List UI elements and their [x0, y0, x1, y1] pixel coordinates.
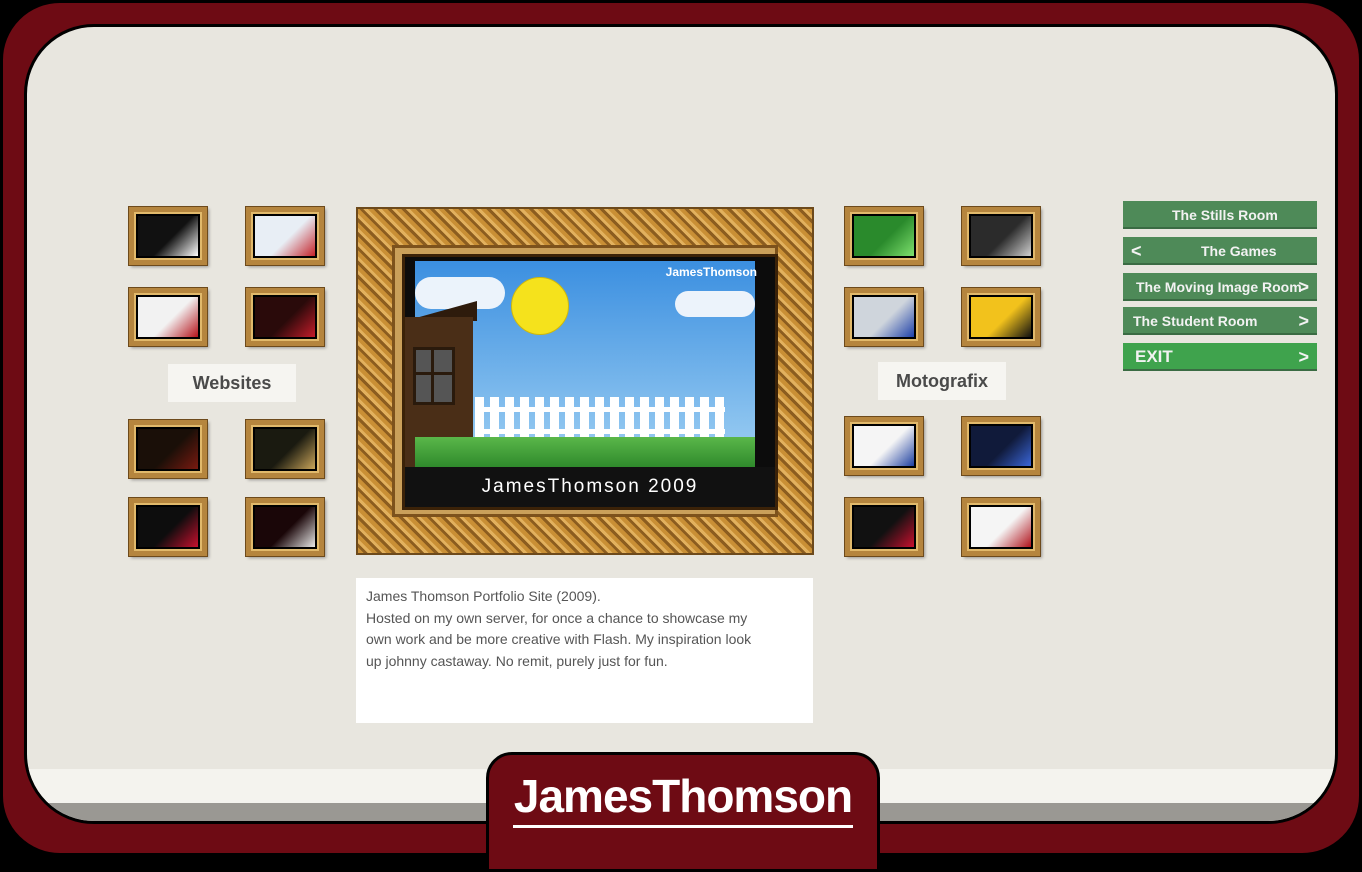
- featured-frame: JamesThomson JamesThomson 2009: [356, 207, 814, 555]
- screen-logo: JamesThomson: [665, 265, 757, 279]
- website-thumbnail-image: [138, 216, 198, 256]
- sun-icon: [511, 277, 569, 335]
- website-thumbnail-image: [255, 297, 315, 337]
- description-panel: James Thomson Portfolio Site (2009). Hos…: [356, 578, 813, 723]
- website-thumbnail[interactable]: [128, 497, 208, 557]
- nav-games-room[interactable]: < The Games Room: [1123, 237, 1317, 287]
- brand-underline: [513, 825, 853, 828]
- motografix-thumbnail-image: [854, 426, 914, 466]
- motografix-thumbnail-image: [971, 426, 1031, 466]
- description-line: James Thomson Portfolio Site (2009).: [366, 588, 601, 604]
- chevron-right-icon: >: [1298, 347, 1309, 367]
- featured-screenshot[interactable]: JamesThomson JamesThomson 2009: [402, 254, 778, 510]
- website-thumbnail[interactable]: [128, 287, 208, 347]
- motografix-thumbnail[interactable]: [961, 287, 1041, 347]
- nav-student-room[interactable]: The Student Room >: [1123, 307, 1317, 335]
- motografix-label: Motografix: [878, 362, 1006, 400]
- description-line: up johnny castaway. No remit, purely jus…: [366, 652, 668, 669]
- nav-label: The Stills Room: [1172, 207, 1278, 223]
- website-thumbnail-image: [255, 216, 315, 256]
- nav-label: The Student Room: [1133, 313, 1258, 329]
- description-line: own work and be more creative with Flash…: [366, 631, 752, 647]
- exit-button[interactable]: EXIT >: [1123, 343, 1317, 371]
- screen-caption: JamesThomson 2009: [405, 467, 775, 507]
- motografix-thumbnail-image: [971, 216, 1031, 256]
- nav-label: EXIT: [1135, 347, 1173, 366]
- brand-logo: JamesThomson: [513, 770, 853, 822]
- websites-label: Websites: [168, 364, 296, 402]
- website-thumbnail-image: [138, 429, 198, 469]
- motografix-thumbnail-image: [854, 216, 914, 256]
- website-thumbnail[interactable]: [245, 497, 325, 557]
- motografix-thumbnail-image: [854, 507, 914, 547]
- description-line: Hosted on my own server, for once a chan…: [366, 609, 748, 626]
- website-thumbnail-image: [255, 507, 315, 547]
- website-thumbnail-image: [138, 507, 198, 547]
- motografix-thumbnail-image: [854, 297, 914, 337]
- motografix-thumbnail[interactable]: [961, 497, 1041, 557]
- website-thumbnail[interactable]: [128, 206, 208, 266]
- motografix-thumbnail[interactable]: [844, 287, 924, 347]
- motografix-thumbnail[interactable]: [844, 497, 924, 557]
- grass: [415, 437, 755, 467]
- cloud: [675, 291, 755, 317]
- website-thumbnail[interactable]: [245, 206, 325, 266]
- website-thumbnail[interactable]: [245, 287, 325, 347]
- motografix-thumbnail[interactable]: [844, 206, 924, 266]
- website-thumbnail-image: [255, 429, 315, 469]
- nav-label: The Moving Image Room: [1136, 279, 1302, 295]
- chevron-right-icon: >: [1298, 277, 1309, 297]
- website-thumbnail-image: [138, 297, 198, 337]
- motografix-thumbnail[interactable]: [844, 416, 924, 476]
- brand-tab[interactable]: JamesThomson: [486, 752, 880, 872]
- motografix-thumbnail[interactable]: [961, 206, 1041, 266]
- motografix-thumbnail-image: [971, 507, 1031, 547]
- nav-moving-image-room[interactable]: The Moving Image Room >: [1123, 273, 1317, 301]
- motografix-thumbnail-image: [971, 297, 1031, 337]
- website-thumbnail[interactable]: [245, 419, 325, 479]
- website-thumbnail[interactable]: [128, 419, 208, 479]
- nav-stills-room[interactable]: The Stills Room: [1123, 201, 1317, 229]
- motografix-thumbnail[interactable]: [961, 416, 1041, 476]
- chevron-left-icon: <: [1131, 241, 1142, 261]
- window: [413, 347, 455, 405]
- chevron-right-icon: >: [1298, 311, 1309, 331]
